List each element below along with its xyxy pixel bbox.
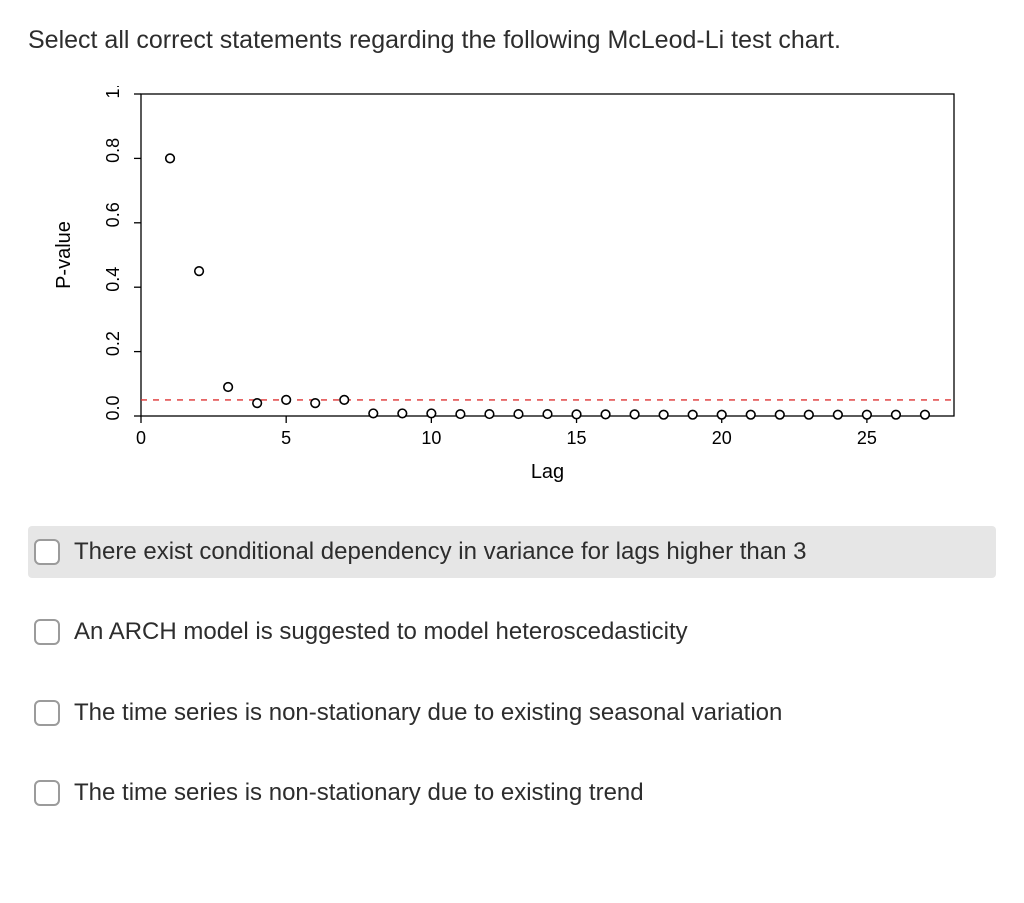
x-axis-label: Lag [531, 461, 564, 483]
data-point [746, 410, 755, 419]
data-point [166, 154, 175, 163]
option-label-2: The time series is non-stationary due to… [74, 697, 782, 729]
svg-text:10: 10 [421, 428, 441, 448]
svg-text:25: 25 [857, 428, 877, 448]
option-row-1[interactable]: An ARCH model is suggested to model hete… [28, 606, 996, 658]
option-label-1: An ARCH model is suggested to model hete… [74, 616, 688, 648]
data-point [892, 410, 901, 419]
data-point [805, 410, 814, 419]
svg-text:15: 15 [567, 428, 587, 448]
checkbox-1[interactable] [34, 619, 60, 645]
svg-text:0.8: 0.8 [103, 138, 123, 163]
data-point [456, 410, 465, 419]
data-point [775, 410, 784, 419]
checkbox-2[interactable] [34, 700, 60, 726]
data-point [514, 410, 523, 419]
svg-text:1.0: 1.0 [103, 86, 123, 99]
data-point [282, 395, 291, 404]
data-point [543, 410, 552, 419]
svg-text:0.4: 0.4 [103, 266, 123, 291]
option-label-0: There exist conditional dependency in va… [74, 536, 806, 568]
chart-container: 0.0 0.2 0.4 0.6 0.8 1.0 0 5 10 15 20 25 Lag P-value [28, 86, 996, 486]
data-point [398, 409, 407, 418]
checkbox-3[interactable] [34, 780, 60, 806]
svg-text:20: 20 [712, 428, 732, 448]
data-point [369, 409, 378, 418]
mcleod-li-chart: 0.0 0.2 0.4 0.6 0.8 1.0 0 5 10 15 20 25 Lag P-value [46, 86, 966, 486]
data-point [863, 410, 872, 419]
option-row-2[interactable]: The time series is non-stationary due to… [28, 687, 996, 739]
data-point [921, 410, 930, 419]
option-row-0[interactable]: There exist conditional dependency in va… [28, 526, 996, 578]
svg-text:0.6: 0.6 [103, 202, 123, 227]
svg-text:0: 0 [136, 428, 146, 448]
svg-text:0.2: 0.2 [103, 331, 123, 356]
option-label-3: The time series is non-stationary due to… [74, 777, 644, 809]
svg-text:5: 5 [281, 428, 291, 448]
data-point [311, 399, 320, 408]
data-point [253, 399, 262, 408]
data-point [630, 410, 639, 419]
question-text: Select all correct statements regarding … [28, 24, 996, 58]
checkbox-0[interactable] [34, 539, 60, 565]
data-point [224, 382, 233, 391]
data-point [659, 410, 668, 419]
options-list: There exist conditional dependency in va… [28, 526, 996, 820]
data-point [717, 410, 726, 419]
data-point [427, 409, 436, 418]
data-point [340, 395, 349, 404]
y-axis-label: P-value [53, 221, 75, 289]
data-point [601, 410, 610, 419]
data-point [572, 410, 581, 419]
svg-text:0.0: 0.0 [103, 395, 123, 420]
option-row-3[interactable]: The time series is non-stationary due to… [28, 767, 996, 819]
data-point [485, 410, 494, 419]
data-point [195, 267, 204, 276]
data-point [834, 410, 843, 419]
data-point [688, 410, 697, 419]
